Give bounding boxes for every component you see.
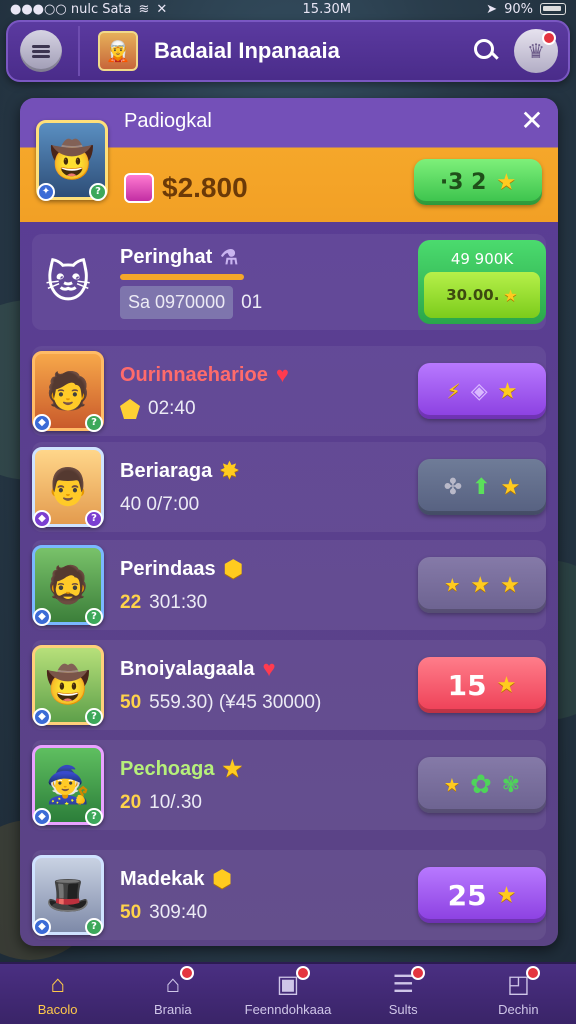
crown-icon: ♛ <box>527 39 545 63</box>
dragon-icon: ✤ <box>443 474 463 500</box>
star-icon: ★ <box>497 378 518 404</box>
star-icon: ★ <box>496 882 517 908</box>
star-icon: ★ <box>496 672 517 698</box>
close-icon[interactable]: ✕ <box>518 107 546 136</box>
heart-icon: ♥ <box>275 362 289 387</box>
user-avatar[interactable]: 🧝 <box>98 31 138 71</box>
star-icon: ★ <box>470 572 491 598</box>
row-avatar: 🧑 ◆? <box>32 351 104 432</box>
wifi-icon: ≋ <box>138 1 150 17</box>
tab-home[interactable]: ⌂ Bacolo <box>0 964 115 1024</box>
notification-button[interactable]: ♛ <box>514 29 558 73</box>
row-action-button[interactable]: ★ ★ ★ <box>418 557 546 613</box>
tab-sults[interactable]: ☰ Sults <box>346 964 461 1024</box>
gem-icon <box>124 173 154 203</box>
star-icon: ★ <box>443 774 460 796</box>
notification-dot <box>295 966 310 980</box>
row-action-button[interactable]: ⚡ ◈ ★ <box>418 363 546 419</box>
featured-name: Padiogkal <box>124 110 212 132</box>
row-action-button[interactable]: 25 ★ <box>418 867 546 923</box>
home-icon: ⌂ <box>50 970 65 998</box>
menu-button[interactable] <box>20 30 62 72</box>
row-avatar: 🐱 <box>45 256 91 308</box>
coin-icon <box>120 399 140 419</box>
status-bar: ●●●○○ nulc Sata ≋ ✕ 15.30M ➤ 90% <box>0 0 576 18</box>
row-action-button[interactable]: ★ ✿ ✾ <box>418 757 546 813</box>
location-icon: ➤ <box>486 1 498 17</box>
leaderboard-panel: 🤠 ✦? Padiogkal $2.800 ·3 2 ★ ✕ 🐱 Peringha… <box>20 98 558 946</box>
star-icon: ★ <box>444 574 461 596</box>
list-item[interactable]: 👨 ◆? Beriaraga ✸ 40 0/7:00 ✤ ⬆ ★ <box>32 442 546 532</box>
heart-icon: ♥ <box>262 656 276 681</box>
signal-icon: ✕ <box>156 1 168 17</box>
row-avatar: 👨 ◆? <box>32 447 104 528</box>
page-title: Badaial Inpanaaia <box>154 38 340 63</box>
notification-dot <box>542 31 556 45</box>
star-icon: ★ <box>503 285 518 305</box>
notification-dot <box>410 966 425 980</box>
battery-percent: 90% <box>504 1 533 17</box>
row-avatar: 🧙 ◆? <box>32 745 104 826</box>
clover-icon: ✿ <box>469 770 492 800</box>
featured-avatar: 🤠 ✦? <box>36 120 108 201</box>
gem-icon: ⬢ <box>212 866 232 891</box>
tab-brania[interactable]: ⌂ Brania <box>115 964 230 1024</box>
list-item[interactable]: 🎩 ◆? Madekak ⬢ 50 309:40 25 ★ <box>32 850 546 940</box>
list-item[interactable]: 🧔 ◆? Perindaas ⬢ 22 301:30 ★ ★ ★ <box>32 540 546 630</box>
list-item[interactable]: 🐱 Peringhat ⚗ Sa 0970000 01 49 900K 30.00… <box>32 234 546 330</box>
list-item[interactable]: 🧙 ◆? Pechoaga ★ 20 10/.30 ★ ✿ ✾ <box>32 740 546 830</box>
row-avatar: 🤠 ◆? <box>32 645 104 726</box>
top-header: 🧝 Badaial Inpanaaia ♛ <box>6 20 570 82</box>
row-avatar: 🧔 ◆? <box>32 545 104 626</box>
arrow-up-icon: ⬆ <box>472 474 491 500</box>
featured-claim-button[interactable]: ·3 2 ★ <box>414 159 542 205</box>
row-value: Sa 0970000 <box>120 286 234 319</box>
row-action-button[interactable]: ✤ ⬆ ★ <box>418 459 546 515</box>
tab-feed[interactable]: ▣ Feenndohkaaa <box>230 964 345 1024</box>
gem-icon: ⬢ <box>223 556 243 581</box>
reward-card[interactable]: 49 900K 30.00. ★ <box>418 240 546 324</box>
gem-icon: ✸ <box>220 458 239 483</box>
tab-profile[interactable]: ◰ Dechin <box>461 964 576 1024</box>
notification-dot <box>526 966 541 980</box>
list-item[interactable]: 🧑 ◆? Ourinnaeharioe ♥ 02:40 ⚡ ◈ ★ <box>32 346 546 436</box>
potion-icon: ⚗ <box>220 247 239 269</box>
star-icon: ★ <box>500 572 520 598</box>
carrier-text: ●●●○○ nulc Sata <box>10 1 132 17</box>
claim-button[interactable]: 30.00. ★ <box>424 272 540 318</box>
gem-icon: ◈ <box>470 378 488 404</box>
featured-row[interactable]: 🤠 ✦? Padiogkal $2.800 ·3 2 ★ ✕ <box>20 98 558 222</box>
clock: 15.30M <box>302 1 351 17</box>
row-action-button[interactable]: 15 ★ <box>418 657 546 713</box>
notification-dot <box>180 966 195 980</box>
search-icon[interactable] <box>470 36 500 66</box>
row-avatar: 🎩 ◆? <box>32 855 104 936</box>
progress-bar <box>120 274 244 280</box>
star-icon: ★ <box>496 169 517 195</box>
battery-icon <box>539 3 566 15</box>
star-icon: ★ <box>222 756 243 781</box>
bolt-icon: ⚡ <box>446 379 461 403</box>
bottom-tab-bar: ⌂ Bacolo ⌂ Brania ▣ Feenndohkaaa ☰ Sults… <box>0 962 576 1024</box>
header-divider <box>78 26 80 76</box>
featured-balance: $2.800 <box>162 172 248 203</box>
star-icon: ★ <box>500 474 521 500</box>
list-item[interactable]: 🤠 ◆? Bnoiyalagaala ♥ 50 559.30) (¥45 30000)… <box>32 640 546 730</box>
clover-icon: ✾ <box>501 772 521 798</box>
